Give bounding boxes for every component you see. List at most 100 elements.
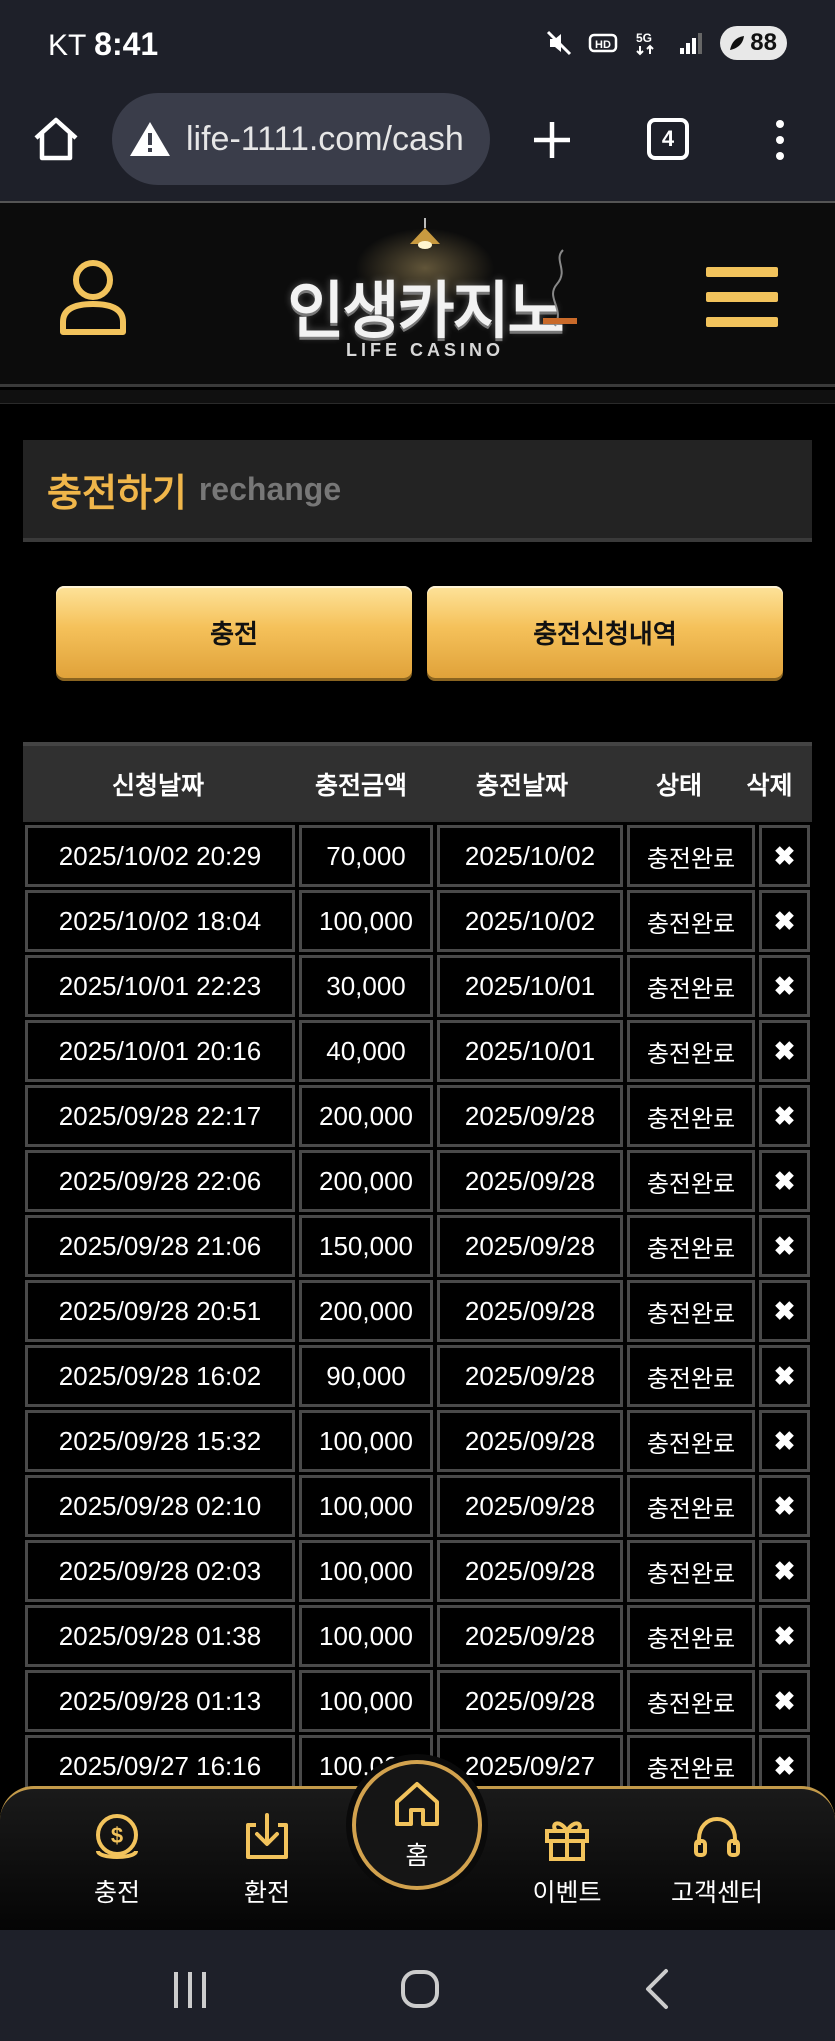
delete-button[interactable]: ✖	[759, 1475, 810, 1537]
signal-icon	[680, 33, 703, 54]
5g-icon: 5G	[636, 31, 655, 56]
cell-status: 충전완료	[627, 825, 755, 887]
delete-x-icon: ✖	[773, 1165, 796, 1196]
table-row: 2025/09/28 21:06 150,000 2025/09/28 충전완료 ✖	[23, 1212, 812, 1277]
clock: 8:41	[94, 26, 159, 62]
status-icons: HD 5G 88	[544, 26, 787, 60]
new-tab-icon[interactable]	[530, 118, 574, 162]
cell-amount: 40,000	[299, 1020, 433, 1082]
coin-dollar-icon: $	[96, 1814, 138, 1859]
site-logo[interactable]: 인생카지노 LIFE CASINO	[265, 218, 585, 368]
cell-amount: 100,000	[299, 1605, 433, 1667]
cell-charge-date: 2025/09/28	[437, 1410, 623, 1472]
delete-button[interactable]: ✖	[759, 1215, 810, 1277]
svg-text:$: $	[111, 1823, 123, 1848]
delete-x-icon: ✖	[773, 1035, 796, 1066]
user-icon[interactable]	[58, 258, 128, 336]
browser-toolbar: life-1111.com/cash 4	[0, 90, 835, 203]
delete-x-icon: ✖	[773, 1555, 796, 1586]
cell-request-date: 2025/09/28 01:13	[25, 1670, 295, 1732]
nav-charge-label: 충전	[93, 1878, 140, 1907]
status-bar: KT 8:41 HD 5G 88	[0, 0, 835, 90]
delete-x-icon: ✖	[773, 1360, 796, 1391]
site-header: 인생카지노 LIFE CASINO	[0, 203, 835, 387]
delete-button[interactable]: ✖	[759, 1670, 810, 1732]
cell-charge-date: 2025/09/28	[437, 1085, 623, 1147]
cell-request-date: 2025/09/28 01:38	[25, 1605, 295, 1667]
cell-status: 충전완료	[627, 1410, 755, 1472]
browser-home-icon[interactable]	[30, 112, 82, 164]
delete-x-icon: ✖	[773, 905, 796, 936]
tab-count: 4	[661, 126, 675, 151]
delete-button[interactable]: ✖	[759, 1150, 810, 1212]
cell-status: 충전완료	[627, 955, 755, 1017]
delete-x-icon: ✖	[773, 1685, 796, 1716]
mute-icon	[547, 30, 572, 56]
nav-exchange[interactable]: 환전	[202, 1801, 332, 1921]
recents-icon[interactable]	[170, 1970, 210, 2010]
table-row: 2025/09/28 02:03 100,000 2025/09/28 충전완료 ✖	[23, 1537, 812, 1602]
menu-hamburger-icon[interactable]	[706, 265, 778, 329]
delete-x-icon: ✖	[773, 1620, 796, 1651]
delete-x-icon: ✖	[773, 1750, 796, 1781]
tab-switcher-button[interactable]: 4	[647, 118, 689, 160]
nav-home-button[interactable]: 홈	[352, 1760, 482, 1890]
cell-amount: 150,000	[299, 1215, 433, 1277]
cell-amount: 30,000	[299, 955, 433, 1017]
cell-charge-date: 2025/09/28	[437, 1150, 623, 1212]
more-vert-icon[interactable]	[770, 118, 790, 162]
table-row: 2025/10/01 20:16 40,000 2025/10/01 충전완료 ✖	[23, 1017, 812, 1082]
cell-status: 충전완료	[627, 1020, 755, 1082]
charge-history-button[interactable]: 충전신청내역	[427, 586, 783, 678]
cell-status: 충전완료	[627, 1085, 755, 1147]
status-carrier-time: KT 8:41	[48, 26, 158, 63]
cell-status: 충전완료	[627, 1540, 755, 1602]
delete-button[interactable]: ✖	[759, 1085, 810, 1147]
delete-button[interactable]: ✖	[759, 890, 810, 952]
delete-button[interactable]: ✖	[759, 1540, 810, 1602]
back-icon[interactable]	[640, 1968, 672, 2010]
cell-request-date: 2025/10/02 20:29	[25, 825, 295, 887]
cell-request-date: 2025/09/28 02:10	[25, 1475, 295, 1537]
delete-button[interactable]: ✖	[759, 1410, 810, 1472]
cell-request-date: 2025/09/28 02:03	[25, 1540, 295, 1602]
delete-button[interactable]: ✖	[759, 1605, 810, 1667]
charge-button[interactable]: 충전	[56, 586, 412, 678]
logo-english-text: LIFE CASINO	[345, 340, 504, 360]
cell-request-date: 2025/09/28 20:51	[25, 1280, 295, 1342]
cell-amount: 90,000	[299, 1345, 433, 1407]
cell-charge-date: 2025/10/01	[437, 1020, 623, 1082]
nav-home-label: 홈	[405, 1841, 429, 1870]
battery-level: 88	[750, 29, 777, 56]
delete-button[interactable]: ✖	[759, 825, 810, 887]
table-row: 2025/09/28 16:02 90,000 2025/09/28 충전완료 ✖	[23, 1342, 812, 1407]
delete-button[interactable]: ✖	[759, 1345, 810, 1407]
cell-status: 충전완료	[627, 1215, 755, 1277]
android-home-icon[interactable]	[400, 1968, 440, 2010]
battery-indicator: 88	[720, 26, 787, 60]
lamp-icon	[410, 218, 440, 249]
cell-request-date: 2025/09/28 16:02	[25, 1345, 295, 1407]
cell-request-date: 2025/10/01 20:16	[25, 1020, 295, 1082]
nav-support[interactable]: 고객센터	[652, 1801, 782, 1921]
cell-request-date: 2025/09/28 15:32	[25, 1410, 295, 1472]
cell-charge-date: 2025/10/02	[437, 890, 623, 952]
column-header-status: 상태	[655, 771, 702, 800]
not-secure-warning-icon[interactable]	[128, 119, 172, 159]
address-bar[interactable]: life-1111.com/cash	[112, 93, 490, 185]
headset-icon	[694, 1816, 740, 1857]
nav-event[interactable]: 이벤트	[502, 1801, 632, 1921]
nav-charge[interactable]: $ 충전	[52, 1801, 182, 1921]
delete-button[interactable]: ✖	[759, 1020, 810, 1082]
table-row: 2025/10/02 20:29 70,000 2025/10/02 충전완료 ✖	[23, 822, 812, 887]
table-row: 2025/10/02 18:04 100,000 2025/10/02 충전완료 ✖	[23, 887, 812, 952]
battery-saver-icon	[730, 36, 745, 50]
table-header: 신청날짜 충전금액 충전날짜 상태 삭제	[23, 742, 812, 822]
cell-amount: 200,000	[299, 1085, 433, 1147]
cell-request-date: 2025/09/28 22:06	[25, 1150, 295, 1212]
delete-button[interactable]: ✖	[759, 955, 810, 1017]
column-header-amount: 충전금액	[314, 771, 407, 800]
table-row: 2025/09/28 20:51 200,000 2025/09/28 충전완료 ✖	[23, 1277, 812, 1342]
delete-button[interactable]: ✖	[759, 1280, 810, 1342]
cell-status: 충전완료	[627, 1670, 755, 1732]
